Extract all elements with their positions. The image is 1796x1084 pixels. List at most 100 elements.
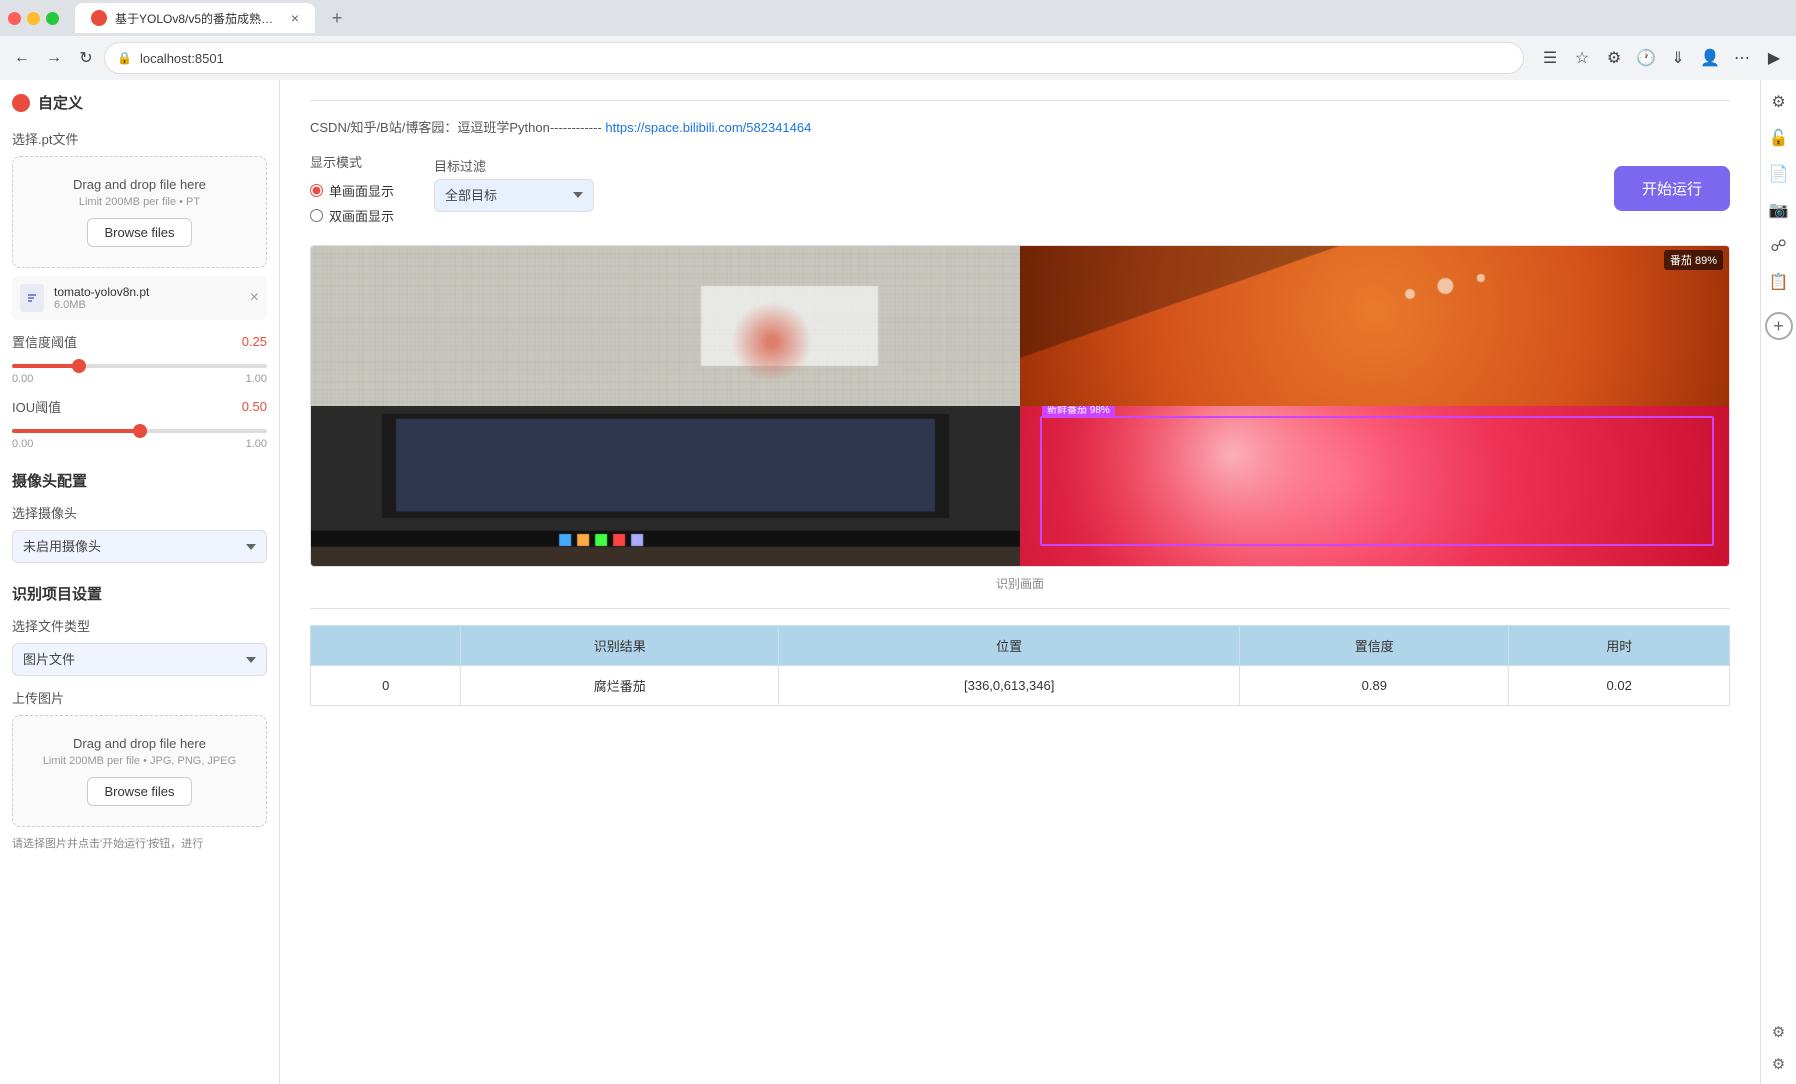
col-header-confidence: 置信度	[1240, 626, 1509, 666]
image-caption: 识别画面	[310, 575, 1730, 592]
right-icon-1[interactable]: ⚙	[1765, 88, 1793, 116]
pt-upload-area[interactable]: Drag and drop file here Limit 200MB per …	[12, 156, 267, 268]
tab-title: 基于YOLOv8/v5的番茄成熟度识...	[115, 10, 283, 27]
confidence-slider[interactable]	[12, 364, 267, 368]
info-prefix: CSDN/知乎/B站/博客园：逗逗班学Python------------	[310, 120, 602, 135]
display-mode-section: 显示模式 单画面显示 双画面显示	[310, 152, 394, 225]
confidence-min: 0.00	[12, 373, 33, 385]
downloads-btn[interactable]: ⇓	[1664, 44, 1692, 72]
table-header-row: 识别结果 位置 置信度 用时	[311, 626, 1730, 666]
iou-max: 1.00	[246, 438, 267, 450]
new-tab-btn[interactable]: +	[323, 4, 351, 32]
file-icon	[20, 284, 44, 312]
right-icon-6[interactable]: 📋	[1765, 268, 1793, 296]
cell-confidence: 0.89	[1240, 666, 1509, 706]
cell-position: [336,0,613,346]	[779, 666, 1240, 706]
tab-close-btn[interactable]: ×	[291, 10, 299, 26]
history-btn[interactable]: 🕐	[1632, 44, 1660, 72]
sidebar-dot	[12, 94, 30, 112]
right-icon-4[interactable]: 📷	[1765, 196, 1793, 224]
bottom-gear-icon-1[interactable]: ⚙	[1767, 1020, 1791, 1044]
pt-file-label: 选择.pt文件	[12, 129, 267, 148]
back-btn[interactable]: ←	[8, 44, 36, 72]
file-size: 6.0MB	[54, 299, 240, 311]
target-filter-label: 目标过滤	[434, 156, 594, 175]
tab-favicon	[91, 10, 107, 26]
file-info: tomato-yolov8n.pt 6.0MB	[54, 285, 240, 311]
info-link[interactable]: https://space.bilibili.com/582341464	[605, 120, 811, 135]
image-grid: 番茄 89% 新鲜番茄 98%	[311, 246, 1729, 566]
address-bar[interactable]: 🔒 localhost:8501	[104, 42, 1524, 74]
right-icon-2[interactable]: 🔓	[1765, 124, 1793, 152]
col-header-time: 用时	[1509, 626, 1730, 666]
right-icon-3[interactable]: 📄	[1765, 160, 1793, 188]
col-header-result: 识别结果	[461, 626, 779, 666]
forward-btn[interactable]: →	[40, 44, 68, 72]
main-content: CSDN/知乎/B站/博客园：逗逗班学Python------------ ht…	[280, 80, 1760, 1084]
pt-file-item: tomato-yolov8n.pt 6.0MB ×	[12, 276, 267, 320]
target-filter-select[interactable]: 全部目标	[434, 179, 594, 212]
iou-label: IOU阈值	[12, 397, 61, 416]
confidence-max: 1.00	[246, 373, 267, 385]
image-cell-top-right: 番茄 89%	[1020, 246, 1729, 406]
more-btn[interactable]: ⋯	[1728, 44, 1756, 72]
browser-tab[interactable]: 基于YOLOv8/v5的番茄成熟度识... ×	[75, 3, 315, 33]
image-cell-bottom-left	[311, 406, 1020, 566]
image-display-area: 番茄 89% 新鲜番茄 98%	[310, 245, 1730, 567]
camera-title: 摄像头配置	[12, 470, 267, 491]
cell-result: 腐烂番茄	[461, 666, 779, 706]
image-drag-text: Drag and drop file here	[29, 736, 250, 751]
file-type-select[interactable]: 图片文件	[12, 643, 267, 676]
file-name: tomato-yolov8n.pt	[54, 285, 240, 299]
table-row: 0 腐烂番茄 [336,0,613,346] 0.89 0.02	[311, 666, 1730, 706]
start-btn[interactable]: 开始运行	[1614, 166, 1730, 211]
camera-label: 选择摄像头	[12, 503, 267, 522]
radio-single[interactable]	[310, 184, 323, 197]
radio-double[interactable]	[310, 209, 323, 222]
extensions-btn[interactable]: ⚙	[1600, 44, 1628, 72]
pt-browse-btn[interactable]: Browse files	[87, 218, 191, 247]
confidence-label: 置信度阈值	[12, 332, 77, 351]
file-type-label: 选择文件类型	[12, 616, 267, 635]
results-table: 识别结果 位置 置信度 用时 0 腐烂番茄 [336,0,613,346] 0.…	[310, 625, 1730, 706]
recognition-title: 识别项目设置	[12, 583, 267, 604]
detection-box-label: 新鲜番茄 98%	[1042, 406, 1115, 417]
iou-value: 0.50	[242, 399, 267, 414]
account-btn[interactable]: 👤	[1696, 44, 1724, 72]
col-header-index	[311, 626, 461, 666]
sidebar-title: 自定义	[38, 92, 83, 113]
iou-slider[interactable]	[12, 429, 267, 433]
bottom-gear-icon-2[interactable]: ⚙	[1767, 1052, 1791, 1076]
radio-single-text: 单画面显示	[329, 181, 394, 200]
file-remove-btn[interactable]: ×	[250, 289, 259, 307]
right-icon-add[interactable]: +	[1765, 312, 1793, 340]
pt-drag-text: Drag and drop file here	[29, 177, 250, 192]
display-mode-label: 显示模式	[310, 152, 394, 171]
radio-single-label[interactable]: 单画面显示	[310, 181, 394, 200]
image-browse-btn[interactable]: Browse files	[87, 777, 191, 806]
camera-select[interactable]: 未启用摄像头	[12, 530, 267, 563]
sidebar-header: 自定义	[12, 92, 267, 113]
sidebar-toggle-btn[interactable]: ▶	[1760, 44, 1788, 72]
image-upload-area[interactable]: Drag and drop file here Limit 200MB per …	[12, 715, 267, 827]
refresh-btn[interactable]: ↻	[72, 44, 100, 72]
upload-image-label: 上传图片	[12, 688, 267, 707]
cell-index: 0	[311, 666, 461, 706]
cell-time: 0.02	[1509, 666, 1730, 706]
url-text: localhost:8501	[140, 51, 224, 66]
bottom-divider	[310, 608, 1730, 609]
confidence-slider-section: 置信度阈值 0.25 0.00 1.00	[12, 332, 267, 385]
col-header-position: 位置	[779, 626, 1240, 666]
confidence-value: 0.25	[242, 334, 267, 349]
image-limit-text: Limit 200MB per file • JPG, PNG, JPEG	[29, 755, 250, 767]
radio-double-label[interactable]: 双画面显示	[310, 206, 394, 225]
radio-double-text: 双画面显示	[329, 206, 394, 225]
right-panel: ⚙ 🔓 📄 📷 ☍ 📋 + ⚙ ⚙	[1760, 80, 1796, 1084]
pt-limit-text: Limit 200MB per file • PT	[29, 196, 250, 208]
right-icon-5[interactable]: ☍	[1765, 232, 1793, 260]
reader-mode-btn[interactable]: ☰	[1536, 44, 1564, 72]
target-filter-section: 目标过滤 全部目标	[434, 156, 594, 222]
bookmark-btn[interactable]: ☆	[1568, 44, 1596, 72]
iou-slider-section: IOU阈值 0.50 0.00 1.00	[12, 397, 267, 450]
top-divider	[310, 100, 1730, 101]
